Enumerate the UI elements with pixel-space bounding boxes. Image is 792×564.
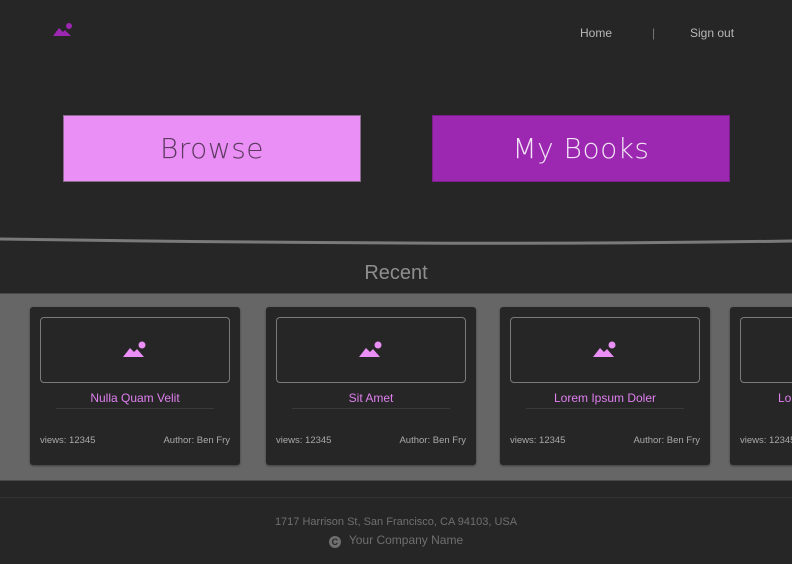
- image-icon: [593, 341, 616, 357]
- book-card[interactable]: Lorem Ipsum Doler views: 12345 Author: B…: [500, 307, 710, 465]
- book-thumbnail: [276, 317, 466, 383]
- card-divider: [526, 408, 684, 409]
- image-icon: [359, 341, 382, 357]
- recent-carousel[interactable]: Nulla Quam Velit views: 12345 Author: Be…: [0, 293, 792, 481]
- book-thumbnail: [740, 317, 792, 383]
- company-name: Your Company Name: [348, 533, 464, 547]
- book-views: views: 12345: [40, 435, 96, 446]
- header-logo[interactable]: [52, 22, 74, 38]
- nav-home-link[interactable]: Home: [580, 26, 612, 40]
- book-title[interactable]: Nulla Quam Velit: [30, 391, 240, 405]
- book-title[interactable]: Sit Amet: [266, 391, 476, 405]
- book-card[interactable]: Sit Amet views: 12345 Author: Ben Fry: [266, 307, 476, 465]
- book-title[interactable]: Lorem Ipsum Doler: [500, 391, 710, 405]
- recent-heading: Recent: [364, 262, 428, 284]
- nav-separator: |: [652, 26, 656, 40]
- book-views: views: 12345: [740, 435, 792, 446]
- book-author: Author: Ben Fry: [399, 435, 466, 446]
- book-author: Author: Ben Fry: [633, 435, 700, 446]
- book-card[interactable]: Lo views: 12345: [730, 307, 792, 465]
- image-icon: [53, 23, 72, 36]
- card-divider: [292, 408, 450, 409]
- footer-divider: [0, 497, 792, 498]
- footer-copyright: C Your Company Name: [0, 533, 792, 548]
- section-divider: [0, 237, 792, 245]
- book-thumbnail: [40, 317, 230, 383]
- my-books-button[interactable]: My Books: [432, 115, 730, 182]
- book-views: views: 12345: [510, 435, 566, 446]
- book-card[interactable]: Nulla Quam Velit views: 12345 Author: Be…: [30, 307, 240, 465]
- card-divider: [56, 408, 214, 409]
- copyright-icon: C: [328, 536, 341, 548]
- footer-address: 1717 Harrison St, San Francisco, CA 9410…: [274, 516, 518, 528]
- book-title[interactable]: Lo: [778, 391, 792, 405]
- browse-button[interactable]: Browse: [63, 115, 361, 182]
- image-icon: [123, 341, 146, 357]
- nav-sign-out-link[interactable]: Sign out: [690, 26, 734, 40]
- book-thumbnail: [510, 317, 700, 383]
- book-views: views: 12345: [276, 435, 332, 446]
- book-author: Author: Ben Fry: [163, 435, 230, 446]
